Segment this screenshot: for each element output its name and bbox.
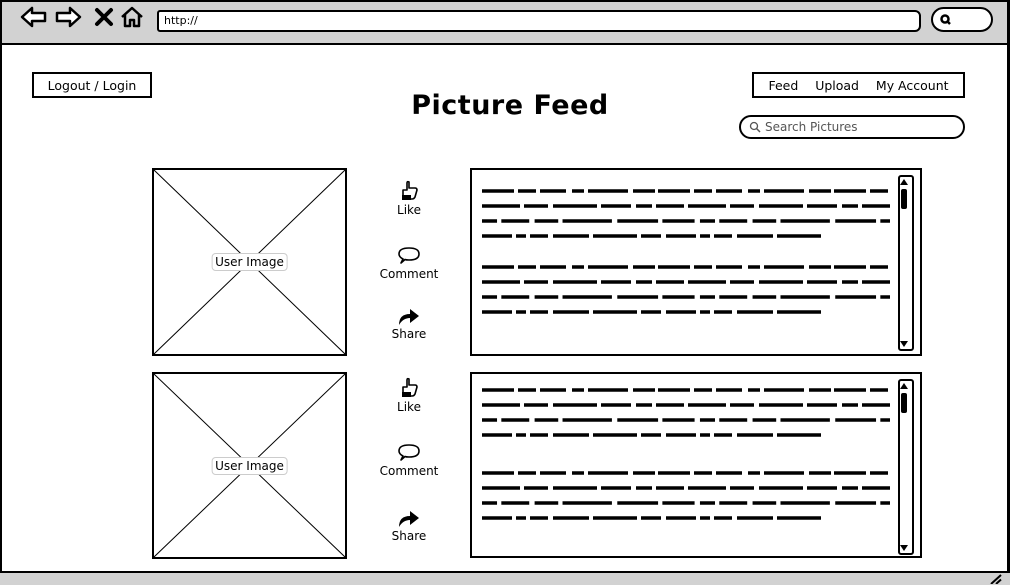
comment-bubble-icon bbox=[398, 444, 420, 461]
home-icon[interactable] bbox=[118, 4, 146, 30]
search-icon bbox=[749, 121, 761, 133]
text-line bbox=[482, 265, 890, 269]
logout-login-button[interactable]: Logout / Login bbox=[32, 72, 152, 98]
share-arrow-icon bbox=[399, 309, 419, 325]
comment-label: Comment bbox=[379, 464, 439, 478]
text-line bbox=[482, 388, 890, 392]
like-button[interactable]: Like bbox=[374, 180, 444, 217]
text-line bbox=[482, 310, 822, 314]
user-image-label: User Image bbox=[211, 253, 288, 271]
url-input[interactable]: http:// bbox=[157, 10, 921, 32]
comment-button[interactable]: Comment bbox=[374, 443, 444, 478]
window-border-top bbox=[0, 0, 1010, 2]
user-image-label: User Image bbox=[211, 456, 288, 475]
share-arrow-icon bbox=[399, 511, 419, 527]
window-border-left bbox=[0, 0, 2, 585]
scrollbar-thumb[interactable] bbox=[901, 189, 907, 209]
text-line bbox=[482, 501, 890, 505]
text-line bbox=[482, 403, 890, 407]
text-line bbox=[482, 280, 890, 284]
like-button[interactable]: Like bbox=[374, 377, 444, 414]
scrollbar[interactable] bbox=[898, 379, 914, 555]
search-icon bbox=[940, 14, 951, 25]
browser-status-bar bbox=[0, 571, 1010, 585]
post-text-area[interactable] bbox=[470, 372, 922, 558]
user-image-placeholder: User Image bbox=[152, 372, 347, 559]
logout-login-label: Logout / Login bbox=[47, 77, 137, 93]
share-label: Share bbox=[391, 529, 427, 543]
forward-arrow-icon[interactable] bbox=[54, 4, 82, 30]
url-text: http:// bbox=[164, 14, 198, 27]
text-line bbox=[482, 471, 890, 475]
thumbs-up-icon bbox=[402, 377, 418, 397]
like-label: Like bbox=[397, 203, 421, 217]
search-placeholder: Search Pictures bbox=[765, 120, 858, 134]
text-line bbox=[482, 189, 890, 193]
nav-item-feed[interactable]: Feed bbox=[768, 78, 798, 93]
user-image-placeholder: User Image bbox=[152, 168, 347, 356]
text-line bbox=[482, 418, 890, 422]
nav-item-upload[interactable]: Upload bbox=[815, 78, 859, 93]
back-arrow-icon[interactable] bbox=[20, 4, 48, 30]
text-line bbox=[482, 433, 822, 437]
text-line bbox=[482, 204, 890, 208]
text-line bbox=[482, 516, 822, 520]
text-line bbox=[482, 234, 822, 238]
scrollbar-thumb[interactable] bbox=[901, 393, 907, 413]
text-line bbox=[482, 295, 890, 299]
top-nav-menu: Feed Upload My Account bbox=[752, 72, 965, 98]
search-pictures-input[interactable]: Search Pictures bbox=[739, 115, 965, 139]
comment-button[interactable]: Comment bbox=[374, 246, 444, 281]
comment-bubble-icon bbox=[398, 247, 420, 264]
share-label: Share bbox=[391, 327, 427, 341]
comment-label: Comment bbox=[379, 267, 439, 281]
like-label: Like bbox=[397, 400, 421, 414]
scroll-up-arrow-icon[interactable] bbox=[900, 382, 908, 390]
post-text-area[interactable] bbox=[470, 168, 922, 356]
close-x-icon[interactable] bbox=[90, 4, 118, 30]
scroll-down-arrow-icon[interactable] bbox=[900, 544, 908, 552]
scrollbar[interactable] bbox=[898, 175, 914, 351]
page-title: Picture Feed bbox=[411, 90, 609, 121]
nav-item-my-account[interactable]: My Account bbox=[876, 78, 949, 93]
scroll-down-arrow-icon[interactable] bbox=[900, 340, 908, 348]
browser-search-button[interactable] bbox=[931, 7, 993, 32]
share-button[interactable]: Share bbox=[374, 508, 444, 543]
resize-grip-icon[interactable] bbox=[988, 574, 1002, 584]
share-button[interactable]: Share bbox=[374, 306, 444, 341]
text-line bbox=[482, 219, 890, 223]
thumbs-up-icon bbox=[402, 180, 418, 200]
text-line bbox=[482, 486, 890, 490]
scroll-up-arrow-icon[interactable] bbox=[900, 178, 908, 186]
